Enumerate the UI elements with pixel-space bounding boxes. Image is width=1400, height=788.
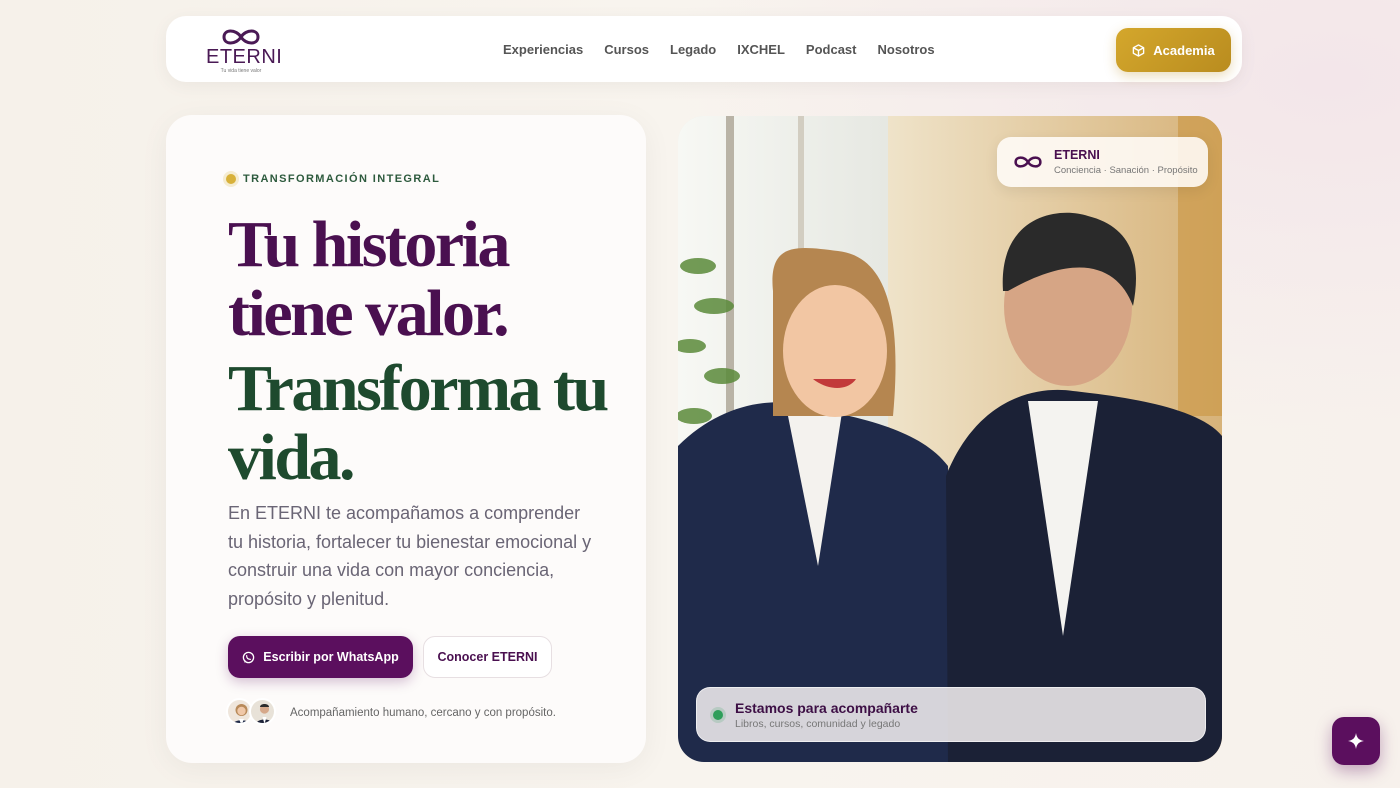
academia-button[interactable]: Academia: [1116, 28, 1231, 72]
brand-badge: ETERNI Conciencia · Sanación · Propósito: [997, 137, 1208, 187]
whatsapp-icon: [243, 651, 255, 663]
eyebrow-text: TRANSFORMACIÓN INTEGRAL: [243, 173, 441, 185]
assistant-fab-button[interactable]: [1332, 717, 1380, 765]
status-title: Estamos para acompañarte: [735, 700, 918, 716]
logo-wordmark: ETERNI: [206, 46, 283, 68]
infinity-icon: [1014, 156, 1042, 168]
conocer-eterni-button[interactable]: Conocer ETERNI: [423, 636, 552, 678]
nav-link-legado[interactable]: Legado: [670, 42, 716, 57]
status-subtitle: Libros, cursos, comunidad y legado: [735, 718, 901, 730]
online-status-icon: [713, 710, 723, 720]
logo-tagline: Tu vida tiene valor: [220, 68, 262, 74]
hero-headline: Tu historia tiene valor. Transforma tu v…: [228, 210, 628, 492]
main-menu: Experiencias Cursos Legado IXCHEL Podcas…: [503, 42, 956, 57]
nav-link-experiencias[interactable]: Experiencias: [503, 42, 583, 57]
headline-line-1: Tu historia: [228, 208, 511, 281]
nav-link-podcast[interactable]: Podcast: [806, 42, 857, 57]
eterni-logo[interactable]: ETERNI Tu vida tiene valor: [206, 26, 283, 74]
headline-line-3: Transforma tu: [228, 352, 609, 425]
headline-line-2: tiene valor.: [228, 277, 510, 350]
academia-button-label: Academia: [1153, 42, 1215, 58]
conocer-eterni-label: Conocer ETERNI: [437, 650, 538, 664]
nav-link-cursos[interactable]: Cursos: [604, 42, 649, 57]
hero-eyebrow: TRANSFORMACIÓN INTEGRAL: [226, 173, 440, 185]
whatsapp-button-label: Escribir por WhatsApp: [263, 650, 399, 664]
eyebrow-dot-icon: [226, 174, 236, 184]
team-avatars: [226, 698, 276, 725]
brand-badge-title: ETERNI: [1054, 148, 1100, 162]
top-navbar: ETERNI Tu vida tiene valor Experiencias …: [166, 16, 1242, 82]
whatsapp-button[interactable]: Escribir por WhatsApp: [228, 636, 413, 678]
founders-photo: [678, 116, 1222, 762]
cube-icon: [1132, 43, 1145, 57]
avatar-man: [249, 698, 276, 725]
hero-card: TRANSFORMACIÓN INTEGRAL Tu historia tien…: [166, 115, 646, 763]
infinity-logo-icon: [222, 29, 260, 45]
status-banner: Estamos para acompañarte Libros, cursos,…: [696, 687, 1206, 742]
nav-link-ixchel[interactable]: IXCHEL: [737, 42, 785, 57]
headline-line-4: vida.: [228, 421, 356, 494]
nav-link-nosotros[interactable]: Nosotros: [878, 42, 935, 57]
hero-photo-card: ETERNI Conciencia · Sanación · Propósito…: [678, 116, 1222, 762]
hero-description: En ETERNI te acompañamos a comprender tu…: [228, 503, 592, 609]
brand-badge-subtitle: Conciencia · Sanación · Propósito: [1054, 165, 1198, 176]
hero-tagline: Acompañamiento humano, cercano y con pro…: [290, 707, 556, 719]
sparkle-icon: [1348, 733, 1364, 749]
